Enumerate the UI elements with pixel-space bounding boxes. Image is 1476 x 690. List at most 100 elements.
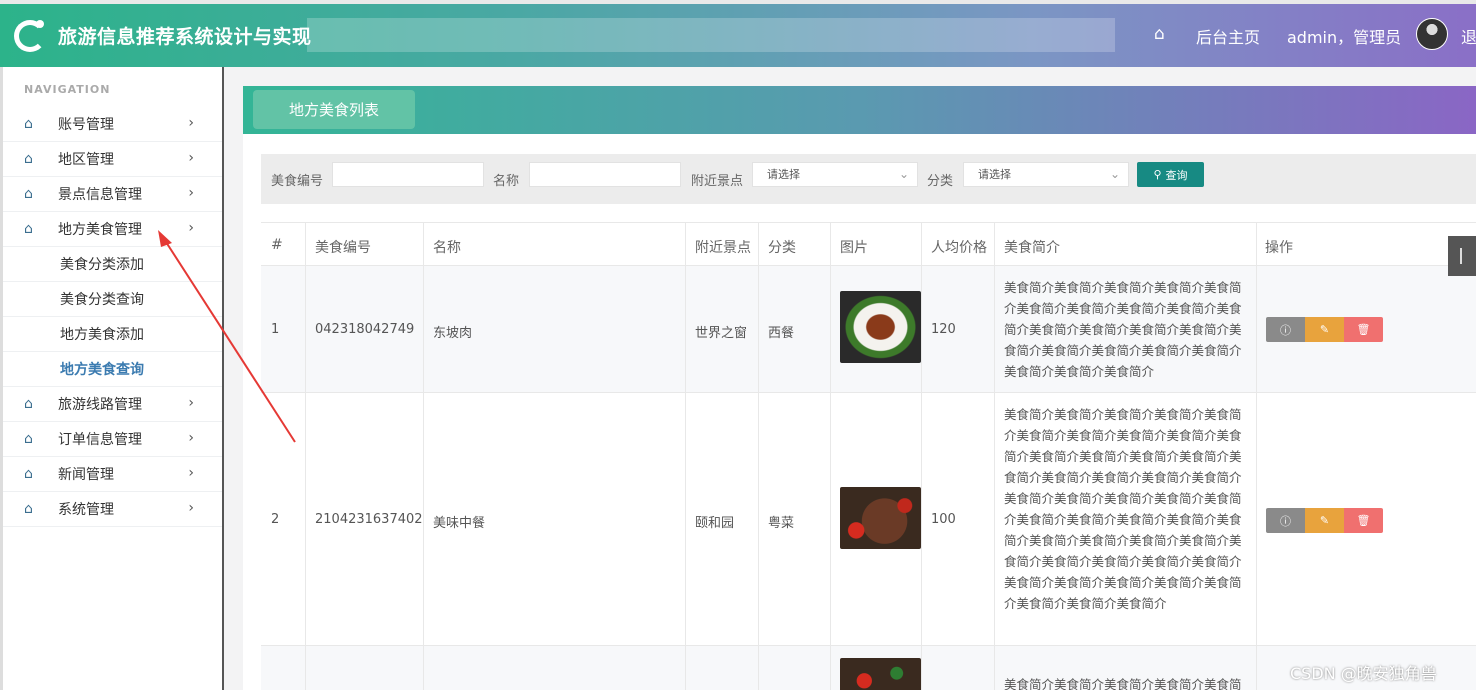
- info-button[interactable]: ⓘ: [1266, 317, 1305, 342]
- avatar[interactable]: [1416, 18, 1448, 50]
- cell-desc: 美食简介美食简介美食简介美食简介美食简介美食简介美食简介美食简介美食简介美食简介…: [1004, 280, 1242, 379]
- chevron-right-icon: ›: [188, 185, 194, 201]
- home-icon: ⌂: [24, 431, 33, 447]
- cell-index: 1: [271, 322, 280, 337]
- column-divider: [994, 222, 995, 690]
- cell-code: 2104231637402: [315, 512, 423, 527]
- chevron-right-icon: ›: [188, 500, 194, 516]
- column-divider: [921, 222, 922, 690]
- info-icon: ⓘ: [1280, 323, 1291, 337]
- home-icon[interactable]: ⌂: [1154, 24, 1165, 44]
- sidebar-menu: ⌂ 账号管理 › ⌂ 地区管理 › ⌂ 景点信息管理 › ⌂ 地方美食管理 › …: [0, 107, 222, 527]
- sidebar-item-label: 系统管理: [58, 502, 114, 518]
- home-link[interactable]: 后台主页: [1196, 24, 1260, 48]
- cell-name: 美味中餐: [433, 516, 486, 531]
- chevron-right-icon: ›: [188, 465, 194, 481]
- sidebar-subitem-food-add[interactable]: 地方美食添加: [0, 317, 222, 352]
- th-price: 人均价格: [931, 240, 987, 256]
- chevron-down-icon: ⌄: [898, 167, 909, 181]
- spot-select[interactable]: 请选择 ⌄: [752, 162, 918, 187]
- cell-price: 120: [931, 322, 956, 337]
- category-label: 分类: [927, 174, 954, 189]
- th-code: 美食编号: [315, 240, 371, 256]
- edit-button[interactable]: ✎: [1305, 317, 1344, 342]
- th-actions: 操作: [1265, 240, 1293, 256]
- delete-button[interactable]: 🗑: [1344, 317, 1383, 342]
- th-image: 图片: [840, 240, 868, 256]
- food-image: [840, 291, 921, 363]
- cell-desc: 美食简介美食简介美食简介美食简介美食简介美食简介: [1004, 677, 1242, 690]
- search-bar: 美食编号 名称 附近景点 请选择 ⌄ 分类 请选择 ⌄ ⚲ 查询: [261, 154, 1476, 204]
- sidebar-subitem-food-category-query[interactable]: 美食分类查询: [0, 282, 222, 317]
- cell-code: 042318042749: [315, 322, 415, 337]
- cell-spot: 世界之窗: [695, 326, 748, 341]
- sidebar-item-accounts[interactable]: ⌂ 账号管理 ›: [0, 107, 222, 142]
- sidebar-item-spots[interactable]: ⌂ 景点信息管理 ›: [0, 177, 222, 212]
- browser-strip: [0, 0, 1476, 4]
- chevron-right-icon: ›: [188, 150, 194, 166]
- home-icon: ⌂: [24, 116, 33, 132]
- delete-button[interactable]: 🗑: [1344, 508, 1383, 533]
- th-name: 名称: [433, 240, 461, 256]
- delete-icon: 🗑: [1356, 323, 1371, 336]
- row-actions: ⓘ ✎ 🗑: [1266, 317, 1383, 342]
- sidebar-item-label: 旅游线路管理: [58, 397, 142, 413]
- home-icon: ⌂: [24, 501, 33, 517]
- sidebar-item-label: 订单信息管理: [58, 432, 142, 448]
- sidebar-item-food[interactable]: ⌂ 地方美食管理 ›: [0, 212, 222, 247]
- home-icon: ⌂: [24, 221, 33, 237]
- cell-spot: 颐和园: [695, 516, 735, 531]
- nav-heading: NAVIGATION: [24, 83, 111, 96]
- sidebar-subitem-food-query[interactable]: 地方美食查询: [0, 352, 222, 387]
- info-button[interactable]: ⓘ: [1266, 508, 1305, 533]
- code-label: 美食编号: [271, 174, 324, 189]
- top-header: 旅游信息推荐系统设计与实现 ⌂ 后台主页 admin，管理员 退: [0, 0, 1476, 67]
- title-band: [307, 18, 1115, 52]
- chevron-right-icon: ›: [188, 395, 194, 411]
- user-label[interactable]: admin，管理员: [1287, 24, 1401, 48]
- chevron-right-icon: ›: [188, 220, 194, 236]
- column-divider: [685, 222, 686, 690]
- th-desc: 美食简介: [1004, 240, 1060, 256]
- panel-header: 地方美食列表: [243, 86, 1476, 134]
- sidebar-item-orders[interactable]: ⌂ 订单信息管理 ›: [0, 422, 222, 457]
- row-actions: ⓘ ✎ 🗑: [1266, 508, 1383, 533]
- sidebar-item-label: 地区管理: [58, 152, 114, 168]
- home-icon: ⌂: [24, 466, 33, 482]
- sidebar-item-label: 账号管理: [58, 117, 114, 133]
- table-header: # 美食编号 名称 附近景点 分类 图片 人均价格 美食简介 操作: [261, 222, 1476, 266]
- cell-desc: 美食简介美食简介美食简介美食简介美食简介美食简介美食简介美食简介美食简介美食简介…: [1004, 407, 1242, 611]
- sidebar-subitem-food-category-add[interactable]: 美食分类添加: [0, 247, 222, 282]
- name-input[interactable]: [529, 162, 681, 187]
- logo-dot: [36, 20, 44, 28]
- sidebar-item-routes[interactable]: ⌂ 旅游线路管理 ›: [0, 387, 222, 422]
- table-row: 1 042318042749 东坡肉 世界之窗 西餐 120 美食简介美食简介美…: [261, 266, 1476, 393]
- category-select[interactable]: 请选择 ⌄: [963, 162, 1129, 187]
- chevron-right-icon: ›: [188, 430, 194, 446]
- th-index: #: [271, 237, 283, 253]
- cell-index: 2: [271, 512, 280, 527]
- logout-link[interactable]: 退: [1461, 24, 1476, 48]
- column-divider: [758, 222, 759, 690]
- sidebar-edge: [0, 67, 3, 690]
- edit-icon: ✎: [1319, 514, 1330, 527]
- search-button[interactable]: ⚲ 查询: [1137, 162, 1204, 187]
- sidebar-item-news[interactable]: ⌂ 新闻管理 ›: [0, 457, 222, 492]
- column-divider: [1256, 222, 1257, 690]
- edit-button[interactable]: ✎: [1305, 508, 1344, 533]
- cell-category: 西餐: [768, 326, 795, 341]
- th-category: 分类: [768, 240, 796, 256]
- sidebar-item-label: 地方美食管理: [58, 222, 142, 238]
- code-input[interactable]: [332, 162, 484, 187]
- handle-grip: [1460, 248, 1462, 264]
- sidebar-item-label: 新闻管理: [58, 467, 114, 483]
- column-divider: [423, 222, 424, 690]
- cell-name: 东坡肉: [433, 326, 473, 341]
- side-drawer-handle[interactable]: [1448, 236, 1476, 276]
- tab-food-list[interactable]: 地方美食列表: [253, 90, 415, 129]
- sidebar-item-regions[interactable]: ⌂ 地区管理 ›: [0, 142, 222, 177]
- sidebar-item-system[interactable]: ⌂ 系统管理 ›: [0, 492, 222, 527]
- food-image: [840, 487, 921, 549]
- home-icon: ⌂: [24, 151, 33, 167]
- column-divider: [305, 222, 306, 690]
